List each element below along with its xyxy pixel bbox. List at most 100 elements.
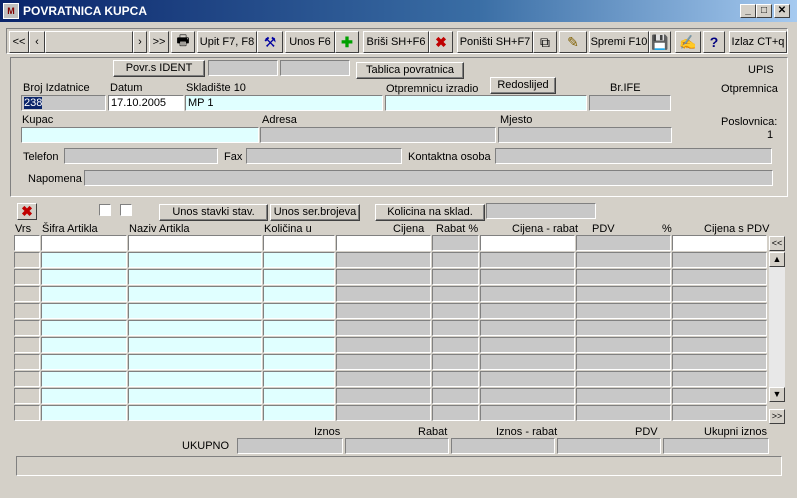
cell-qty[interactable]	[263, 337, 335, 353]
serial-entry-button[interactable]: Unos ser.brojeva	[270, 204, 360, 221]
cell-code[interactable]	[41, 371, 127, 387]
cell-vat[interactable]	[576, 320, 671, 336]
phone-field[interactable]	[64, 148, 218, 164]
cell-price-with-vat[interactable]	[672, 405, 767, 421]
cell-qty[interactable]	[263, 303, 335, 319]
cell-name[interactable]	[128, 235, 262, 251]
cancel-icon-button[interactable]: ⧉	[533, 31, 557, 53]
cell-price-with-vat[interactable]	[672, 354, 767, 370]
cell-price-with-vat[interactable]	[672, 269, 767, 285]
cell-vrs[interactable]	[14, 388, 40, 404]
scroll-top-button[interactable]: <<	[769, 236, 785, 251]
cell-qty[interactable]	[263, 405, 335, 421]
cell-vat[interactable]	[576, 252, 671, 268]
cell-price[interactable]	[336, 337, 431, 353]
cell-qty[interactable]	[263, 354, 335, 370]
last-record-button[interactable]: >>	[149, 31, 169, 53]
cell-price[interactable]	[336, 303, 431, 319]
cell-qty[interactable]	[263, 252, 335, 268]
cell-name[interactable]	[128, 354, 262, 370]
next-record-button[interactable]: ›	[133, 31, 147, 53]
cell-vat[interactable]	[576, 235, 671, 251]
cell-discount[interactable]	[432, 235, 479, 251]
cancel-button[interactable]: Poništi SH+F7	[457, 31, 533, 53]
add-button[interactable]: Unos F6	[285, 31, 335, 53]
cell-price-minus-discount[interactable]	[480, 303, 575, 319]
cell-discount[interactable]	[432, 337, 479, 353]
cell-price[interactable]	[336, 320, 431, 336]
cell-vrs[interactable]	[14, 337, 40, 353]
contact-field[interactable]	[495, 148, 772, 164]
delete-button[interactable]: Briši SH+F6	[363, 31, 429, 53]
minimize-button[interactable]: _	[740, 4, 756, 18]
cell-name[interactable]	[128, 337, 262, 353]
help-button[interactable]: ?	[703, 31, 725, 53]
returns-table-button[interactable]: Tablica povratnica	[356, 62, 464, 79]
cell-vrs[interactable]	[14, 235, 40, 251]
cell-price[interactable]	[336, 286, 431, 302]
exit-button[interactable]: Izlaz CT+q	[729, 31, 787, 53]
cell-discount[interactable]	[432, 405, 479, 421]
cell-price[interactable]	[336, 388, 431, 404]
cell-name[interactable]	[128, 303, 262, 319]
cell-name[interactable]	[128, 388, 262, 404]
ife-field[interactable]	[589, 95, 671, 111]
record-scroll-track[interactable]	[45, 31, 133, 53]
cell-vrs[interactable]	[14, 405, 40, 421]
cell-discount[interactable]	[432, 269, 479, 285]
cell-price-with-vat[interactable]	[672, 388, 767, 404]
cell-code[interactable]	[41, 235, 127, 251]
cell-vrs[interactable]	[14, 252, 40, 268]
cell-name[interactable]	[128, 269, 262, 285]
cell-discount[interactable]	[432, 388, 479, 404]
cell-qty[interactable]	[263, 371, 335, 387]
edit-icon-button[interactable]: ✎	[559, 31, 587, 53]
address-field[interactable]	[260, 127, 496, 143]
item-entry-button[interactable]: Unos stavki stav.	[159, 204, 268, 221]
cell-discount[interactable]	[432, 320, 479, 336]
first-record-button[interactable]: <<	[9, 31, 29, 53]
cell-code[interactable]	[41, 286, 127, 302]
issue-no-field[interactable]: 238	[21, 95, 106, 111]
print-button[interactable]: 🖶	[171, 31, 195, 53]
scroll-bottom-button[interactable]: >>	[769, 409, 785, 424]
cell-qty[interactable]	[263, 269, 335, 285]
delete-icon-button[interactable]: ✖	[429, 31, 453, 53]
cell-price[interactable]	[336, 405, 431, 421]
cell-vat[interactable]	[576, 371, 671, 387]
cell-price-minus-discount[interactable]	[480, 269, 575, 285]
cell-discount[interactable]	[432, 252, 479, 268]
cell-name[interactable]	[128, 252, 262, 268]
warehouse-field[interactable]: MP 1	[185, 95, 383, 111]
cell-code[interactable]	[41, 303, 127, 319]
stock-qty-button[interactable]: Kolicina na sklad.	[375, 204, 485, 221]
cell-qty[interactable]	[263, 235, 335, 251]
cell-price-minus-discount[interactable]	[480, 354, 575, 370]
cell-price-minus-discount[interactable]	[480, 286, 575, 302]
cell-code[interactable]	[41, 388, 127, 404]
cell-name[interactable]	[128, 320, 262, 336]
save-button[interactable]: Spremi F10	[589, 31, 649, 53]
cell-price-with-vat[interactable]	[672, 320, 767, 336]
cell-price-with-vat[interactable]	[672, 303, 767, 319]
cell-price-minus-discount[interactable]	[480, 337, 575, 353]
cell-vat[interactable]	[576, 303, 671, 319]
cell-qty[interactable]	[263, 320, 335, 336]
checkbox-2[interactable]	[120, 204, 132, 216]
prev-record-button[interactable]: ‹	[29, 31, 45, 53]
cell-vat[interactable]	[576, 269, 671, 285]
customer-field[interactable]	[21, 127, 259, 143]
cell-price-minus-discount[interactable]	[480, 371, 575, 387]
made-by-field[interactable]	[385, 95, 587, 111]
cell-price[interactable]	[336, 235, 431, 251]
cell-vrs[interactable]	[14, 354, 40, 370]
cell-code[interactable]	[41, 354, 127, 370]
cell-vrs[interactable]	[14, 371, 40, 387]
ident-field-2[interactable]	[280, 60, 350, 76]
save-icon-button[interactable]: 💾	[649, 31, 671, 53]
cell-vat[interactable]	[576, 405, 671, 421]
delete-row-button[interactable]: ✖	[17, 203, 37, 220]
cell-price-with-vat[interactable]	[672, 337, 767, 353]
place-field[interactable]	[498, 127, 672, 143]
scroll-up-button[interactable]: ▲	[769, 252, 785, 267]
